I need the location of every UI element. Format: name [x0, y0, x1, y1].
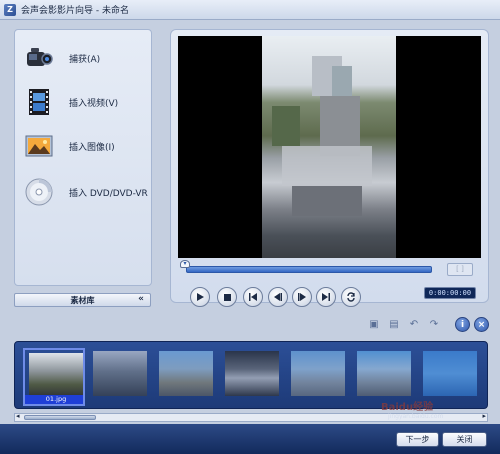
next-frame-button[interactable] [292, 287, 312, 307]
scrubber-handle[interactable]: ▾ [180, 260, 190, 268]
skip-to-start-icon [249, 293, 257, 301]
next-step-button[interactable]: 下一步 [396, 432, 439, 447]
stop-button[interactable] [217, 287, 237, 307]
play-icon [197, 293, 204, 301]
insert-image-menu-item[interactable]: 插入图像(I) [23, 130, 115, 162]
watermark-url: jingyan.baidu.com [388, 413, 444, 420]
info-icon[interactable]: i [455, 317, 470, 332]
timecode-display[interactable]: 0:00:00:00 [424, 287, 476, 299]
insert-dvd-menu-item[interactable]: 插入 DVD/DVD-VR [23, 176, 148, 208]
thumbnail-image [93, 351, 147, 396]
picture-icon [23, 130, 55, 162]
title-bar: Z 会声会影影片向导 - 未命名 [0, 0, 500, 20]
thumbnail-item[interactable] [287, 348, 349, 406]
scroll-left-icon[interactable]: ◂ [16, 412, 20, 420]
video-frame-image [262, 36, 396, 258]
library-label: 素材库 [70, 295, 95, 305]
delete-icon[interactable]: × [474, 317, 489, 332]
thumbnail-item[interactable]: 01.jpg [23, 348, 85, 406]
thumbnail-image [291, 351, 345, 396]
previous-frame-icon [274, 293, 282, 301]
save-icon[interactable]: ▤ [386, 317, 402, 331]
insert-video-menu-item[interactable]: 插入视频(V) [23, 86, 118, 118]
camcorder-icon [23, 42, 55, 74]
repeat-button[interactable] [341, 287, 361, 307]
play-button[interactable] [190, 287, 210, 307]
home-button[interactable] [243, 287, 263, 307]
thumbnail-image [225, 351, 279, 396]
rotate-left-icon[interactable]: ↶ [406, 317, 422, 331]
media-source-panel: 捕获(A) 插入视频(V) 插入图像(I) 插入 DVD/DVD-VR [14, 29, 152, 286]
end-button[interactable] [316, 287, 336, 307]
library-toggle-bar[interactable]: 素材库 « [14, 293, 151, 307]
thumbnail-item[interactable] [89, 348, 151, 406]
watermark-text: Baidu经验 [381, 402, 434, 413]
capture-menu-item[interactable]: 捕获(A) [23, 42, 100, 74]
thumbnail-caption [89, 397, 151, 406]
rotate-right-icon[interactable]: ↷ [426, 317, 442, 331]
close-button[interactable]: 关闭 [442, 432, 487, 447]
snapshot-icon[interactable]: ▣ [366, 317, 382, 331]
chevron-up-icon: « [138, 294, 144, 304]
mark-in-out-button[interactable]: [ ] [447, 263, 473, 276]
thumbnail-item[interactable] [155, 348, 217, 406]
thumbnail-caption [287, 397, 349, 406]
skip-to-end-icon [322, 293, 330, 301]
trim-timeline-bar[interactable] [186, 266, 432, 273]
previous-frame-button[interactable] [268, 287, 288, 307]
thumbnail-image [423, 351, 477, 396]
thumbnail-caption: 01.jpg [25, 395, 83, 404]
stop-icon [223, 293, 231, 301]
thumbnail-image [357, 351, 411, 396]
thumbnail-image [159, 351, 213, 396]
thumbnail-caption [155, 397, 217, 406]
repeat-icon [347, 292, 355, 302]
insert-dvd-label: 插入 DVD/DVD-VR [69, 188, 148, 199]
scroll-right-icon[interactable]: ▸ [482, 412, 486, 420]
thumbnail-item[interactable] [221, 348, 283, 406]
capture-label: 捕获(A) [69, 54, 101, 65]
video-preview-screen [178, 36, 481, 258]
insert-video-label: 插入视频(V) [69, 98, 119, 109]
app-logo-icon: Z [4, 3, 16, 16]
insert-image-label: 插入图像(I) [69, 142, 115, 153]
window-title: 会声会影影片向导 - 未命名 [21, 6, 129, 16]
thumbnail-caption [221, 397, 283, 406]
disc-icon [23, 176, 55, 208]
thumbnail-image [29, 353, 83, 398]
scrollbar-thumb[interactable] [24, 415, 96, 420]
next-frame-icon [298, 293, 306, 301]
film-strip-icon [23, 86, 55, 118]
